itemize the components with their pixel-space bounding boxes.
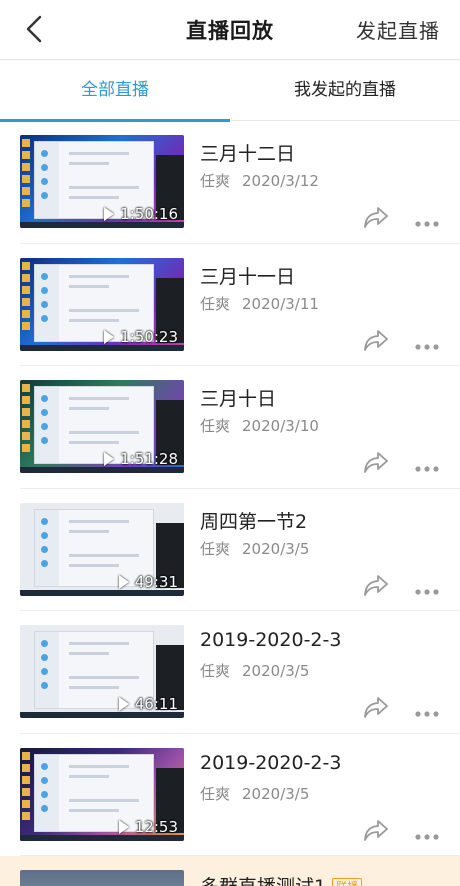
replay-item[interactable]: 1:50:16 三月十二日 任爽 2020/3/12 <box>20 121 460 244</box>
play-icon <box>118 574 129 589</box>
replay-date: 2020/3/10 <box>242 417 319 435</box>
replay-meta: 任爽 2020/3/5 <box>200 783 309 804</box>
share-button[interactable] <box>363 328 389 352</box>
replay-author: 任爽 <box>200 784 231 803</box>
share-icon <box>364 697 388 718</box>
share-icon <box>364 819 388 841</box>
replay-meta: 任爽 2020/3/5 <box>200 538 309 559</box>
video-thumbnail[interactable]: 12:53 <box>20 747 184 841</box>
play-icon <box>104 329 115 344</box>
share-button[interactable] <box>363 573 389 597</box>
share-icon <box>364 329 388 351</box>
replay-meta: 任爽 2020/3/5 <box>200 660 309 681</box>
live-title: 多群直播测试1 联播 <box>200 872 363 886</box>
more-button[interactable] <box>414 213 440 227</box>
share-button[interactable] <box>363 818 389 842</box>
more-icon <box>415 221 439 227</box>
share-icon <box>364 207 388 228</box>
replay-title: 2019-2020-2-3 <box>200 751 342 774</box>
play-icon <box>118 819 129 834</box>
replay-date: 2020/3/5 <box>242 784 310 803</box>
more-button[interactable] <box>414 703 440 717</box>
replay-title: 周四第一节2 <box>200 510 308 533</box>
duration-text: 1:50:16 <box>120 205 178 223</box>
share-icon <box>364 452 388 473</box>
play-icon <box>104 452 115 466</box>
replay-item[interactable]: 46:11 2019-2020-2-3 任爽 2020/3/5 <box>20 611 460 734</box>
desktop-icons <box>22 261 32 342</box>
duration-text: 49:31 <box>134 572 178 591</box>
desktop-icons <box>22 384 32 464</box>
live-item[interactable]: 多群直播测试1 联播 <box>0 856 460 886</box>
video-thumbnail[interactable]: 46:11 <box>20 625 184 718</box>
more-icon <box>415 343 439 350</box>
replay-item[interactable]: 1:51:28 三月十日 任爽 2020/3/10 <box>20 366 460 489</box>
live-title-text: 多群直播测试1 <box>200 876 326 886</box>
start-live-button[interactable]: 发起直播 <box>356 15 440 44</box>
share-button[interactable] <box>363 695 389 719</box>
share-icon <box>364 574 388 596</box>
live-thumbnail[interactable] <box>20 870 184 886</box>
more-button[interactable] <box>414 581 440 595</box>
live-badge: 联播 <box>332 878 363 886</box>
replay-title: 三月十日 <box>200 388 277 410</box>
video-duration: 12:53 <box>118 817 178 836</box>
replay-list[interactable]: 1:50:16 三月十二日 任爽 2020/3/12 1:50:23 三月十一日… <box>0 121 460 886</box>
tab-all-lives-label: 全部直播 <box>81 80 149 100</box>
more-button[interactable] <box>414 826 440 840</box>
replay-author: 任爽 <box>200 539 231 558</box>
replay-author: 任爽 <box>200 417 231 435</box>
tab-all-lives[interactable]: 全部直播 <box>0 60 230 122</box>
play-icon <box>104 207 115 221</box>
duration-text: 12:53 <box>134 817 178 836</box>
replay-item[interactable]: 49:31 周四第一节2 任爽 2020/3/5 <box>20 489 460 611</box>
duration-text: 46:11 <box>134 695 178 713</box>
video-thumbnail[interactable]: 49:31 <box>20 502 184 596</box>
replay-author: 任爽 <box>200 172 231 190</box>
replay-title: 2019-2020-2-3 <box>200 629 342 651</box>
video-thumbnail[interactable]: 1:50:23 <box>20 257 184 351</box>
replay-meta: 任爽 2020/3/12 <box>200 170 319 191</box>
desktop-icons <box>22 751 32 832</box>
more-icon <box>415 711 439 717</box>
duration-text: 1:50:23 <box>120 327 178 346</box>
more-icon <box>415 466 439 472</box>
video-thumbnail[interactable]: 1:51:28 <box>20 380 184 473</box>
replay-author: 任爽 <box>200 294 231 313</box>
replay-meta: 任爽 2020/3/10 <box>200 415 319 436</box>
replay-title: 三月十一日 <box>200 265 296 288</box>
replay-author: 任爽 <box>200 662 231 680</box>
replay-date: 2020/3/5 <box>242 662 310 680</box>
video-thumbnail[interactable]: 1:50:16 <box>20 135 184 228</box>
share-button[interactable] <box>363 205 389 229</box>
video-duration: 1:51:28 <box>104 450 178 468</box>
top-bar: 直播回放 发起直播 <box>0 0 460 58</box>
replay-date: 2020/3/11 <box>242 294 319 313</box>
play-icon <box>118 697 129 711</box>
replay-item[interactable]: 1:50:23 三月十一日 任爽 2020/3/11 <box>20 244 460 366</box>
more-icon <box>415 833 439 840</box>
share-button[interactable] <box>363 450 389 474</box>
video-duration: 1:50:23 <box>104 328 178 346</box>
video-duration: 49:31 <box>118 572 178 591</box>
replay-meta: 任爽 2020/3/11 <box>200 293 319 314</box>
video-duration: 46:11 <box>118 695 178 713</box>
tab-my-lives[interactable]: 我发起的直播 <box>230 60 460 121</box>
back-button[interactable] <box>20 14 50 44</box>
more-icon <box>415 588 439 595</box>
more-button[interactable] <box>414 336 440 350</box>
replay-title: 三月十二日 <box>200 143 296 165</box>
tab-my-lives-label: 我发起的直播 <box>294 80 396 100</box>
replay-date: 2020/3/12 <box>242 172 319 190</box>
video-duration: 1:50:16 <box>104 205 178 223</box>
more-button[interactable] <box>414 458 440 472</box>
desktop-icons <box>22 139 32 219</box>
replay-item[interactable]: 12:53 2019-2020-2-3 任爽 2020/3/5 <box>20 734 460 856</box>
replay-date: 2020/3/5 <box>242 539 310 558</box>
chevron-left-icon <box>26 15 42 43</box>
tab-bar: 全部直播 我发起的直播 <box>0 59 460 122</box>
duration-text: 1:51:28 <box>120 450 178 468</box>
